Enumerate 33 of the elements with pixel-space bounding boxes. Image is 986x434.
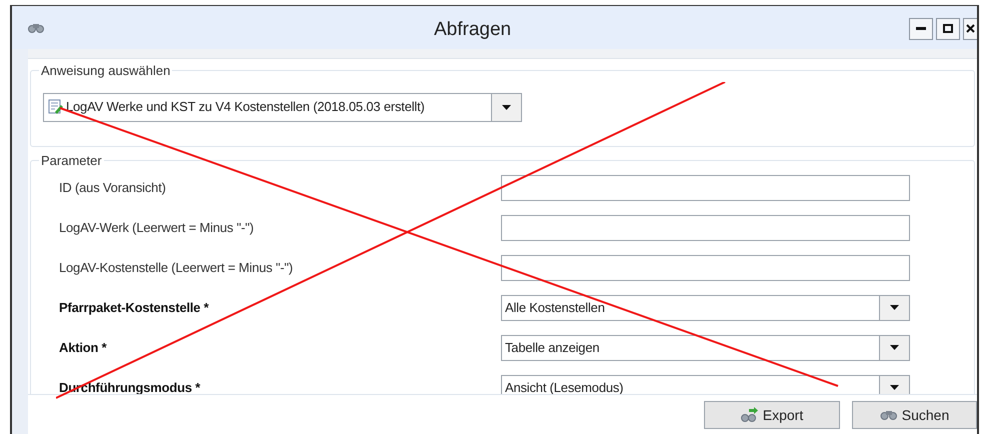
parameter-label: LogAV-Werk (Leerwert = Minus "-"): [59, 218, 254, 237]
input-field[interactable]: [501, 254, 910, 280]
input-field[interactable]: [501, 214, 910, 240]
caret-icon: [890, 345, 899, 350]
dropdown[interactable]: Alle Kostenstellen: [501, 294, 910, 320]
binoculars-icon: [880, 409, 898, 421]
window-title: Abfragen: [434, 18, 512, 42]
parameter-label: ID (aus Voransicht): [59, 178, 166, 197]
group-label: Anweisung auswählen: [40, 62, 172, 80]
export-button[interactable]: Export: [704, 401, 840, 429]
dropdown-value: LogAV Werke und KST zu V4 Kostenstellen (2018.05.03 erstellt): [66, 98, 425, 116]
caret-icon: [890, 305, 899, 310]
input-field[interactable]: [501, 174, 910, 200]
parameter-label: Aktion *: [59, 338, 107, 357]
minimize-icon: [916, 27, 926, 30]
minimize-button[interactable]: [909, 18, 933, 40]
dropdown-value: Tabelle anzeigen: [505, 338, 600, 357]
binoculars-icon: [28, 22, 44, 34]
edit-document-icon: [48, 99, 64, 115]
caret-icon: [890, 385, 899, 390]
search-button[interactable]: Suchen: [852, 401, 977, 429]
group-label: Parameter: [40, 152, 103, 170]
dropdown[interactable]: Tabelle anzeigen: [501, 334, 910, 360]
dropdown-value: Alle Kostenstellen: [505, 298, 605, 317]
caret-icon: [502, 104, 511, 110]
parameter-label: Pfarrpaket-Kostenstelle *: [59, 298, 209, 317]
statement-dropdown[interactable]: LogAV Werke und KST zu V4 Kostenstellen (2018.05.03 erstellt): [43, 92, 522, 122]
binoculars-arrow-icon: [740, 407, 759, 423]
close-button[interactable]: [963, 18, 977, 40]
maximize-button[interactable]: [936, 18, 960, 40]
maximize-icon: [943, 24, 953, 33]
parameter-label: LogAV-Kostenstelle (Leerwert = Minus "-"): [59, 258, 293, 277]
close-icon: [966, 24, 975, 33]
